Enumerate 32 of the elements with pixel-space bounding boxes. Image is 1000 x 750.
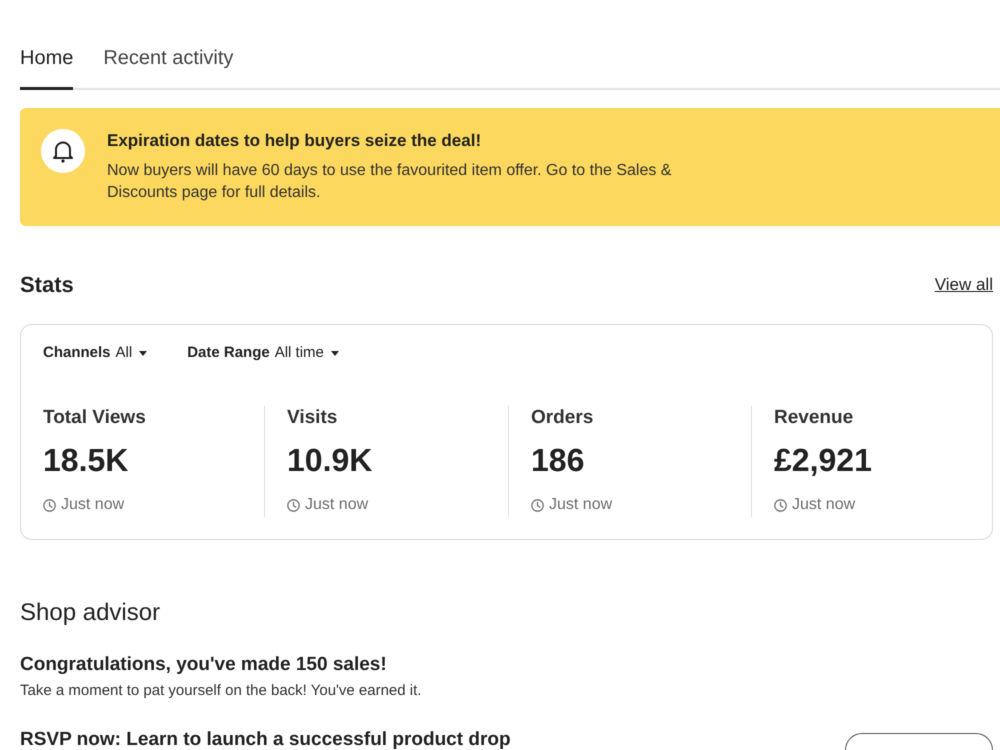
filter-dropdown[interactable]: Date Range All time [187,343,339,363]
outline-button[interactable] [845,733,993,750]
metric-value: 10.9K [287,441,372,480]
clock-icon [287,498,300,512]
bell-icon [41,129,85,173]
metric-label: Revenue [774,406,854,430]
advice-title: Congratulations, you've made 150 sales! [20,653,387,677]
advice-title: RSVP now: Learn to launch a successful product drop [20,730,511,750]
metric-value: £2,921 [774,441,872,480]
clock-icon [43,498,56,512]
banner-title: Expiration dates to help buyers seize the deal! [107,130,482,152]
tab[interactable]: Home [20,36,74,90]
clock-icon [774,498,787,512]
section-heading: Shop advisor [20,599,160,627]
metric-label: Orders [531,406,594,430]
banner-text: Now buyers will have 60 days to use the favourited item offer. Go to the Sales & Discounts page for full details. [107,161,672,203]
metric-value: 186 [531,441,584,480]
updated-time: Just now [61,495,124,515]
advice-text: Take a moment to pat yourself on the back! You've earned it. [20,681,422,701]
view-all-link[interactable]: View all [934,275,993,295]
updated-time: Just now [549,495,612,515]
metric-label: Total Views [43,406,146,430]
tab[interactable]: Recent activity [103,36,234,90]
section-heading: Stats [20,271,74,299]
clock-icon [531,498,544,512]
filter-dropdown[interactable]: Channels All [43,343,148,363]
updated-time: Just now [792,495,856,515]
updated-time: Just now [305,495,368,515]
metric-value: 18.5K [43,441,128,480]
caret-icon [330,350,339,356]
metric-label: Visits [287,406,338,430]
caret-icon [139,350,148,356]
